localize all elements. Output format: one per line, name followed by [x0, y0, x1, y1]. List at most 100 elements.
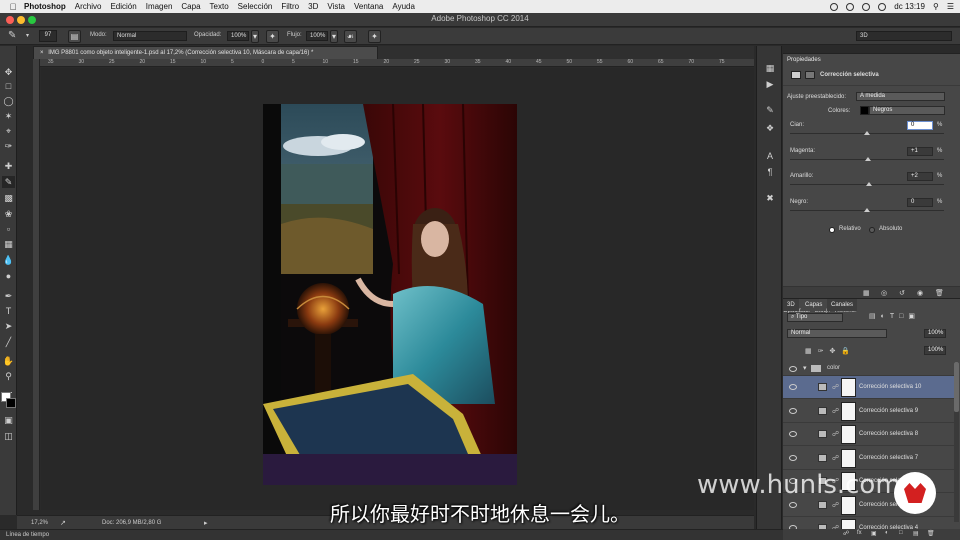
zoom-tool-icon[interactable]: ⚲ — [2, 370, 15, 382]
gradient-tool-icon[interactable]: ▦ — [2, 238, 15, 250]
layer-mask-thumbnail[interactable] — [841, 401, 856, 421]
layer-row[interactable]: ☍ Corrección selectiva 9 — [783, 400, 954, 423]
absolute-radio[interactable] — [869, 227, 875, 233]
preset-select[interactable]: A medida — [856, 92, 945, 101]
reset-icon[interactable]: ↺ — [899, 289, 905, 297]
opacity-input[interactable]: 100% — [227, 31, 249, 41]
paragraph-panel-icon[interactable]: ¶ — [763, 166, 777, 178]
menu-vista[interactable]: Vista — [327, 2, 345, 11]
notifications-icon[interactable]: ☰ — [947, 2, 954, 11]
slider-thumb[interactable] — [865, 182, 872, 186]
menubar-clock[interactable]: dc 13:19 — [894, 2, 925, 11]
flow-dropdown-icon[interactable]: ▾ — [330, 30, 338, 43]
record-status-icon[interactable] — [830, 2, 839, 11]
brush-size-preview[interactable]: 97 — [39, 30, 57, 42]
link-icon[interactable]: ☍ — [832, 430, 839, 438]
slider-thumb[interactable] — [864, 156, 871, 161]
eye-icon[interactable] — [789, 407, 797, 414]
tab-capas[interactable]: Capas — [801, 299, 827, 311]
mode-select[interactable]: Normal — [113, 31, 187, 41]
clip-to-layer-icon[interactable]: ▦ — [863, 289, 870, 297]
layer-opacity-input[interactable]: 100% — [924, 329, 946, 338]
eye-icon[interactable] — [789, 454, 797, 461]
add-mask-icon[interactable]: ▣ — [871, 530, 877, 537]
slider-thumb[interactable] — [864, 131, 870, 135]
menu-texto[interactable]: Texto — [210, 2, 229, 11]
properties-tab[interactable]: Propiedades — [783, 54, 825, 66]
delete-adjustment-icon[interactable]: 🗑 — [935, 289, 944, 297]
layer-name[interactable]: Corrección selectiva 7 — [859, 455, 918, 461]
actions-panel-icon[interactable]: ▶ — [763, 78, 777, 90]
layer-filter-select[interactable]: ⌕ Tipo — [787, 313, 843, 322]
fx-icon[interactable]: fx — [857, 530, 862, 536]
path-selection-tool-icon[interactable]: ➤ — [2, 320, 15, 332]
document-image[interactable] — [263, 104, 517, 485]
brush-tool-icon[interactable]: ✎ — [8, 30, 16, 41]
layer-mask-thumbnail[interactable] — [841, 448, 856, 468]
layer-name[interactable]: Corrección selectiva 9 — [859, 408, 918, 414]
layer-row[interactable]: ☍ Corrección selectiva 8 — [783, 423, 954, 446]
eye-icon[interactable] — [789, 366, 797, 372]
close-tab-icon[interactable]: × — [40, 50, 44, 56]
background-color-swatch[interactable] — [6, 398, 16, 408]
pressure-size-icon[interactable]: ✦ — [368, 30, 381, 43]
airbrush-icon[interactable]: ☙ — [344, 30, 357, 43]
layer-mask-thumbnail[interactable] — [841, 378, 856, 397]
dodge-tool-icon[interactable]: ● — [2, 270, 15, 282]
eye-icon[interactable] — [789, 384, 797, 390]
brush-presets-icon[interactable]: ✎ — [763, 104, 777, 116]
cloud-status-icon[interactable] — [862, 2, 871, 11]
layer-row[interactable]: ☍ Corrección selectiva 10 — [783, 376, 954, 399]
quick-selection-tool-icon[interactable]: ✶ — [2, 110, 15, 122]
opacity-dropdown-icon[interactable]: ▾ — [251, 30, 259, 43]
history-panel-icon[interactable]: ▦ — [763, 62, 777, 74]
menu-seleccion[interactable]: Selección — [238, 2, 273, 11]
clone-source-icon[interactable]: ❖ — [763, 122, 777, 134]
new-layer-icon[interactable]: ▤ — [913, 530, 919, 537]
brush-tool-icon[interactable]: ✎ — [2, 176, 15, 188]
eyedropper-tool-icon[interactable]: ✑ — [2, 140, 15, 152]
menu-3d[interactable]: 3D — [308, 2, 318, 11]
character-panel-icon[interactable]: A — [763, 150, 777, 162]
layer-row[interactable]: ☍ Corrección selectiva 7 — [783, 447, 954, 470]
blur-tool-icon[interactable]: 💧 — [2, 254, 15, 266]
menu-ventana[interactable]: Ventana — [354, 2, 383, 11]
apple-icon[interactable]:  — [8, 2, 18, 12]
group-disclosure-icon[interactable]: ▾ — [803, 364, 807, 372]
link-icon[interactable]: ☍ — [832, 454, 839, 462]
menu-filtro[interactable]: Filtro — [281, 2, 299, 11]
sync-status-icon[interactable] — [846, 2, 855, 11]
move-tool-icon[interactable]: ✥ — [2, 66, 15, 78]
screen-mode-icon[interactable]: ◫ — [2, 430, 15, 442]
shape-tool-icon[interactable]: ╱ — [2, 336, 15, 348]
document-tab[interactable]: × IMG P8801 como objeto inteligente-1.ps… — [33, 46, 378, 59]
chevron-down-icon[interactable]: ▾ — [26, 32, 29, 39]
spotlight-icon[interactable]: ⚲ — [933, 2, 939, 11]
link-icon[interactable]: ☍ — [832, 407, 839, 415]
adjustment-layer-icon[interactable]: ◐ — [885, 530, 889, 536]
blend-mode-select[interactable]: Normal — [787, 329, 887, 338]
filter-icons[interactable]: ▤◐T□▣ — [869, 312, 920, 320]
new-group-icon[interactable]: □ — [899, 530, 903, 536]
mask-icon[interactable] — [805, 71, 815, 79]
flow-input[interactable]: 100% — [306, 31, 328, 41]
eraser-tool-icon[interactable]: ▫ — [2, 223, 15, 235]
ruler-vertical[interactable] — [33, 59, 40, 510]
menu-imagen[interactable]: Imagen — [146, 2, 173, 11]
layer-mask-thumbnail[interactable] — [841, 425, 856, 444]
marquee-tool-icon[interactable]: □ — [2, 80, 15, 92]
slider-value-input[interactable]: 0 — [907, 197, 933, 207]
relative-radio[interactable] — [829, 227, 835, 233]
slider-value-input[interactable]: 0 — [907, 121, 933, 130]
tab-3d[interactable]: 3D — [783, 299, 799, 311]
layer-group-row[interactable]: ▾ color — [783, 362, 954, 376]
healing-brush-tool-icon[interactable]: ✚ — [2, 160, 15, 172]
menu-app-name[interactable]: Photoshop — [24, 2, 66, 11]
hand-tool-icon[interactable]: ✋ — [2, 355, 15, 367]
ruler-horizontal[interactable]: 35 30 25 20 15 10 5 0 5 10 15 20 25 30 35 40 45 50 55 60 65 7… — [40, 59, 754, 67]
crop-tool-icon[interactable]: ⌖ — [2, 125, 15, 137]
menu-capa[interactable]: Capa — [181, 2, 200, 11]
link-layers-icon[interactable]: ☍ — [843, 530, 849, 537]
lock-icons[interactable]: ▦✑✥🔒 — [805, 347, 856, 355]
wifi-status-icon[interactable] — [878, 2, 887, 11]
